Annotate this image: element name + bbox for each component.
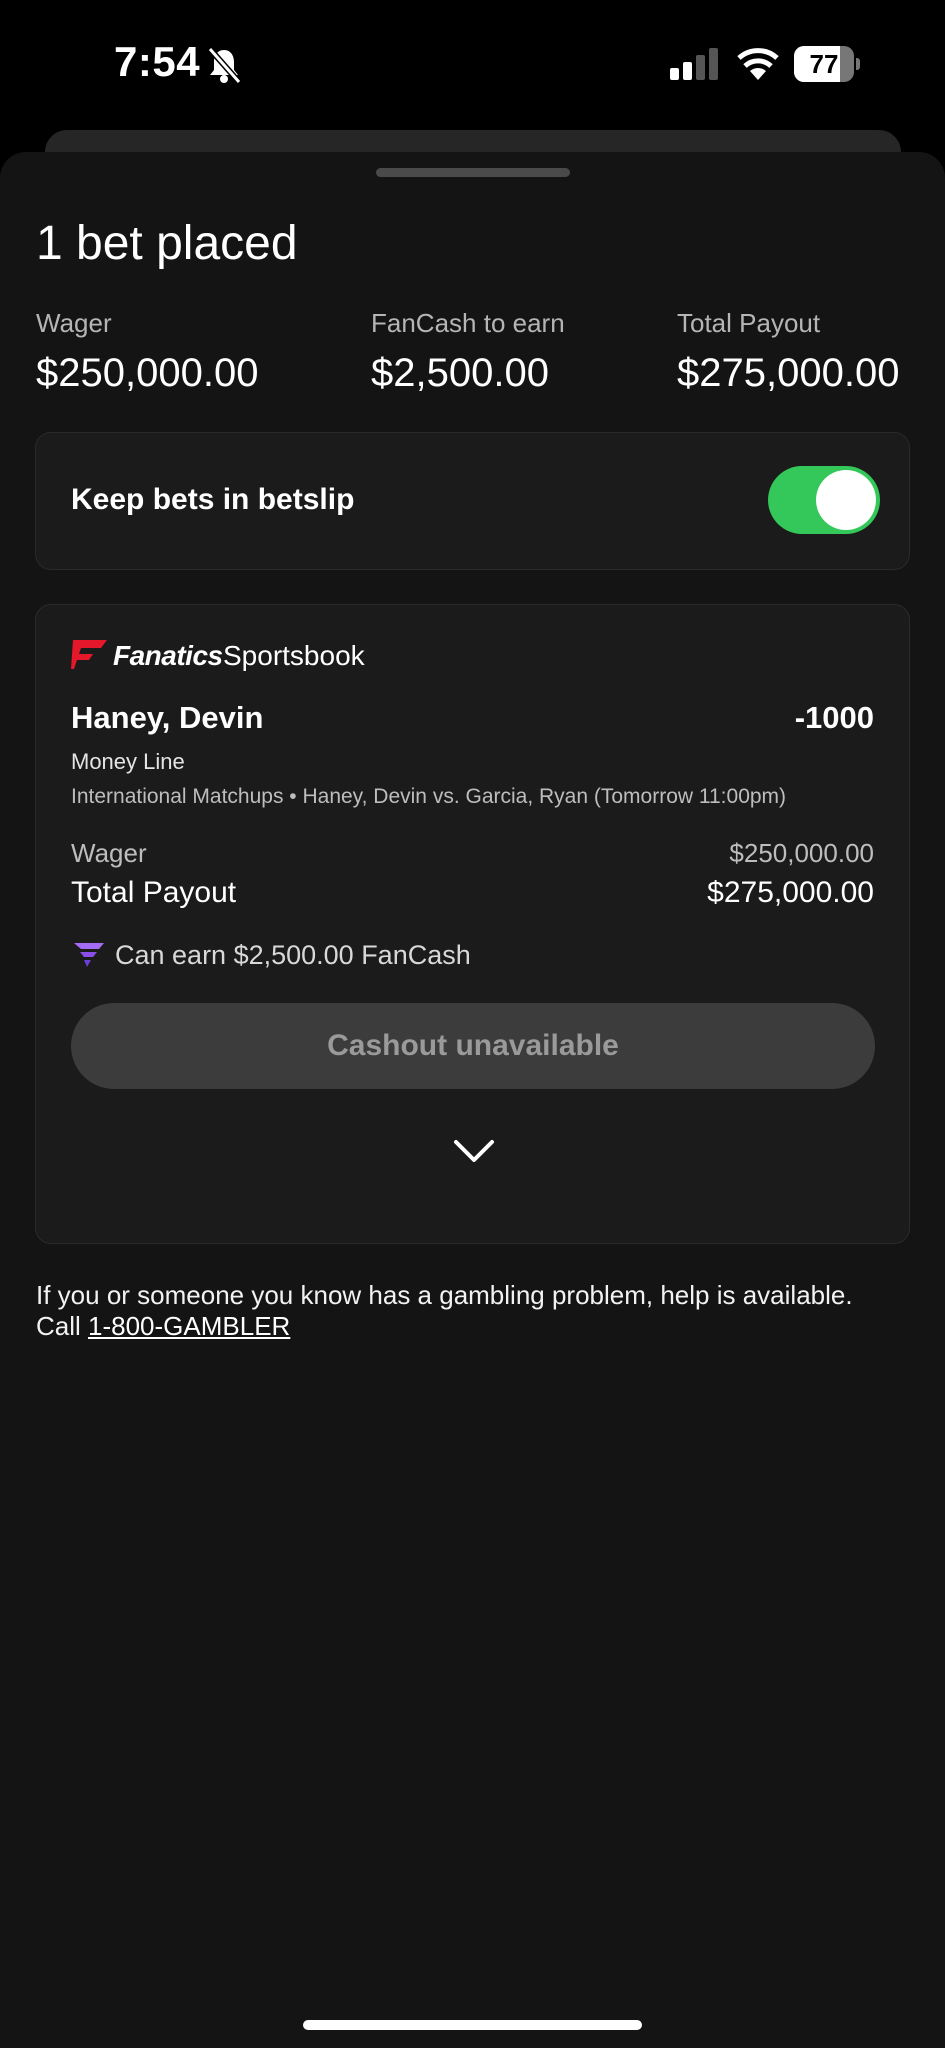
status-bar: 7:54 77 [0, 0, 945, 130]
fancash-earn-text: Can earn $2,500.00 FanCash [115, 940, 471, 970]
summary-fancash-label: FanCash to earn [371, 308, 565, 338]
helpline-link[interactable]: 1-800-GAMBLER [88, 1311, 290, 1341]
summary-payout-label: Total Payout [677, 308, 821, 338]
battery-indicator: 77 [794, 46, 860, 82]
bet-wager-value: $250,000.00 [729, 838, 874, 868]
bet-selection: Haney, Devin [71, 700, 264, 735]
toggle-knob [816, 470, 876, 530]
logo-brand-text: Fanatics [113, 640, 223, 671]
cellular-signal-icon [670, 48, 718, 80]
summary-wager-label: Wager [36, 308, 112, 338]
battery-level: 77 [809, 49, 839, 79]
keep-bets-label: Keep bets in betslip [71, 483, 355, 516]
summary-fancash: FanCash to earn $2,500.00 [371, 308, 565, 396]
keep-bets-card: Keep bets in betslip [35, 432, 910, 570]
status-time: 7:54 [114, 38, 201, 85]
bet-wager-label: Wager [71, 838, 147, 868]
bet-payout-label: Total Payout [71, 876, 237, 909]
bet-event: International Matchups • Haney, Devin vs… [71, 785, 787, 808]
bet-confirmation-sheet: 1 bet placed Wager $250,000.00 FanCash t… [0, 152, 945, 2048]
fancash-icon [74, 943, 104, 967]
summary-payout-value: $275,000.00 [677, 351, 900, 395]
logo-brand-suffix: Sportsbook [223, 640, 365, 671]
bet-payout-value: $275,000.00 [707, 876, 874, 909]
chevron-down-icon[interactable] [453, 1137, 495, 1165]
bet-market: Money Line [71, 749, 185, 774]
cashout-button[interactable]: Cashout unavailable [71, 1003, 875, 1089]
sheet-grabber[interactable] [376, 168, 570, 177]
page-title: 1 bet placed [36, 217, 298, 270]
disclaimer-text: If you or someone you know has a gamblin… [36, 1280, 853, 1310]
bet-odds: -1000 [794, 700, 874, 735]
summary-fancash-value: $2,500.00 [371, 351, 549, 395]
bet-card: Fanatics Sportsbook Haney, Devin -1000 M… [35, 604, 910, 1244]
keep-bets-toggle[interactable] [768, 466, 880, 534]
gambling-disclaimer: If you or someone you know has a gamblin… [36, 1280, 916, 1342]
fanatics-flag-icon [71, 640, 107, 669]
home-indicator[interactable] [303, 2020, 642, 2030]
summary-wager: Wager $250,000.00 [36, 308, 258, 396]
bell-muted-icon [207, 47, 242, 84]
disclaimer-call-prefix: Call [36, 1311, 89, 1341]
summary-wager-value: $250,000.00 [36, 351, 259, 395]
summary-total-payout: Total Payout $275,000.00 [677, 308, 899, 396]
wifi-icon [737, 48, 779, 80]
